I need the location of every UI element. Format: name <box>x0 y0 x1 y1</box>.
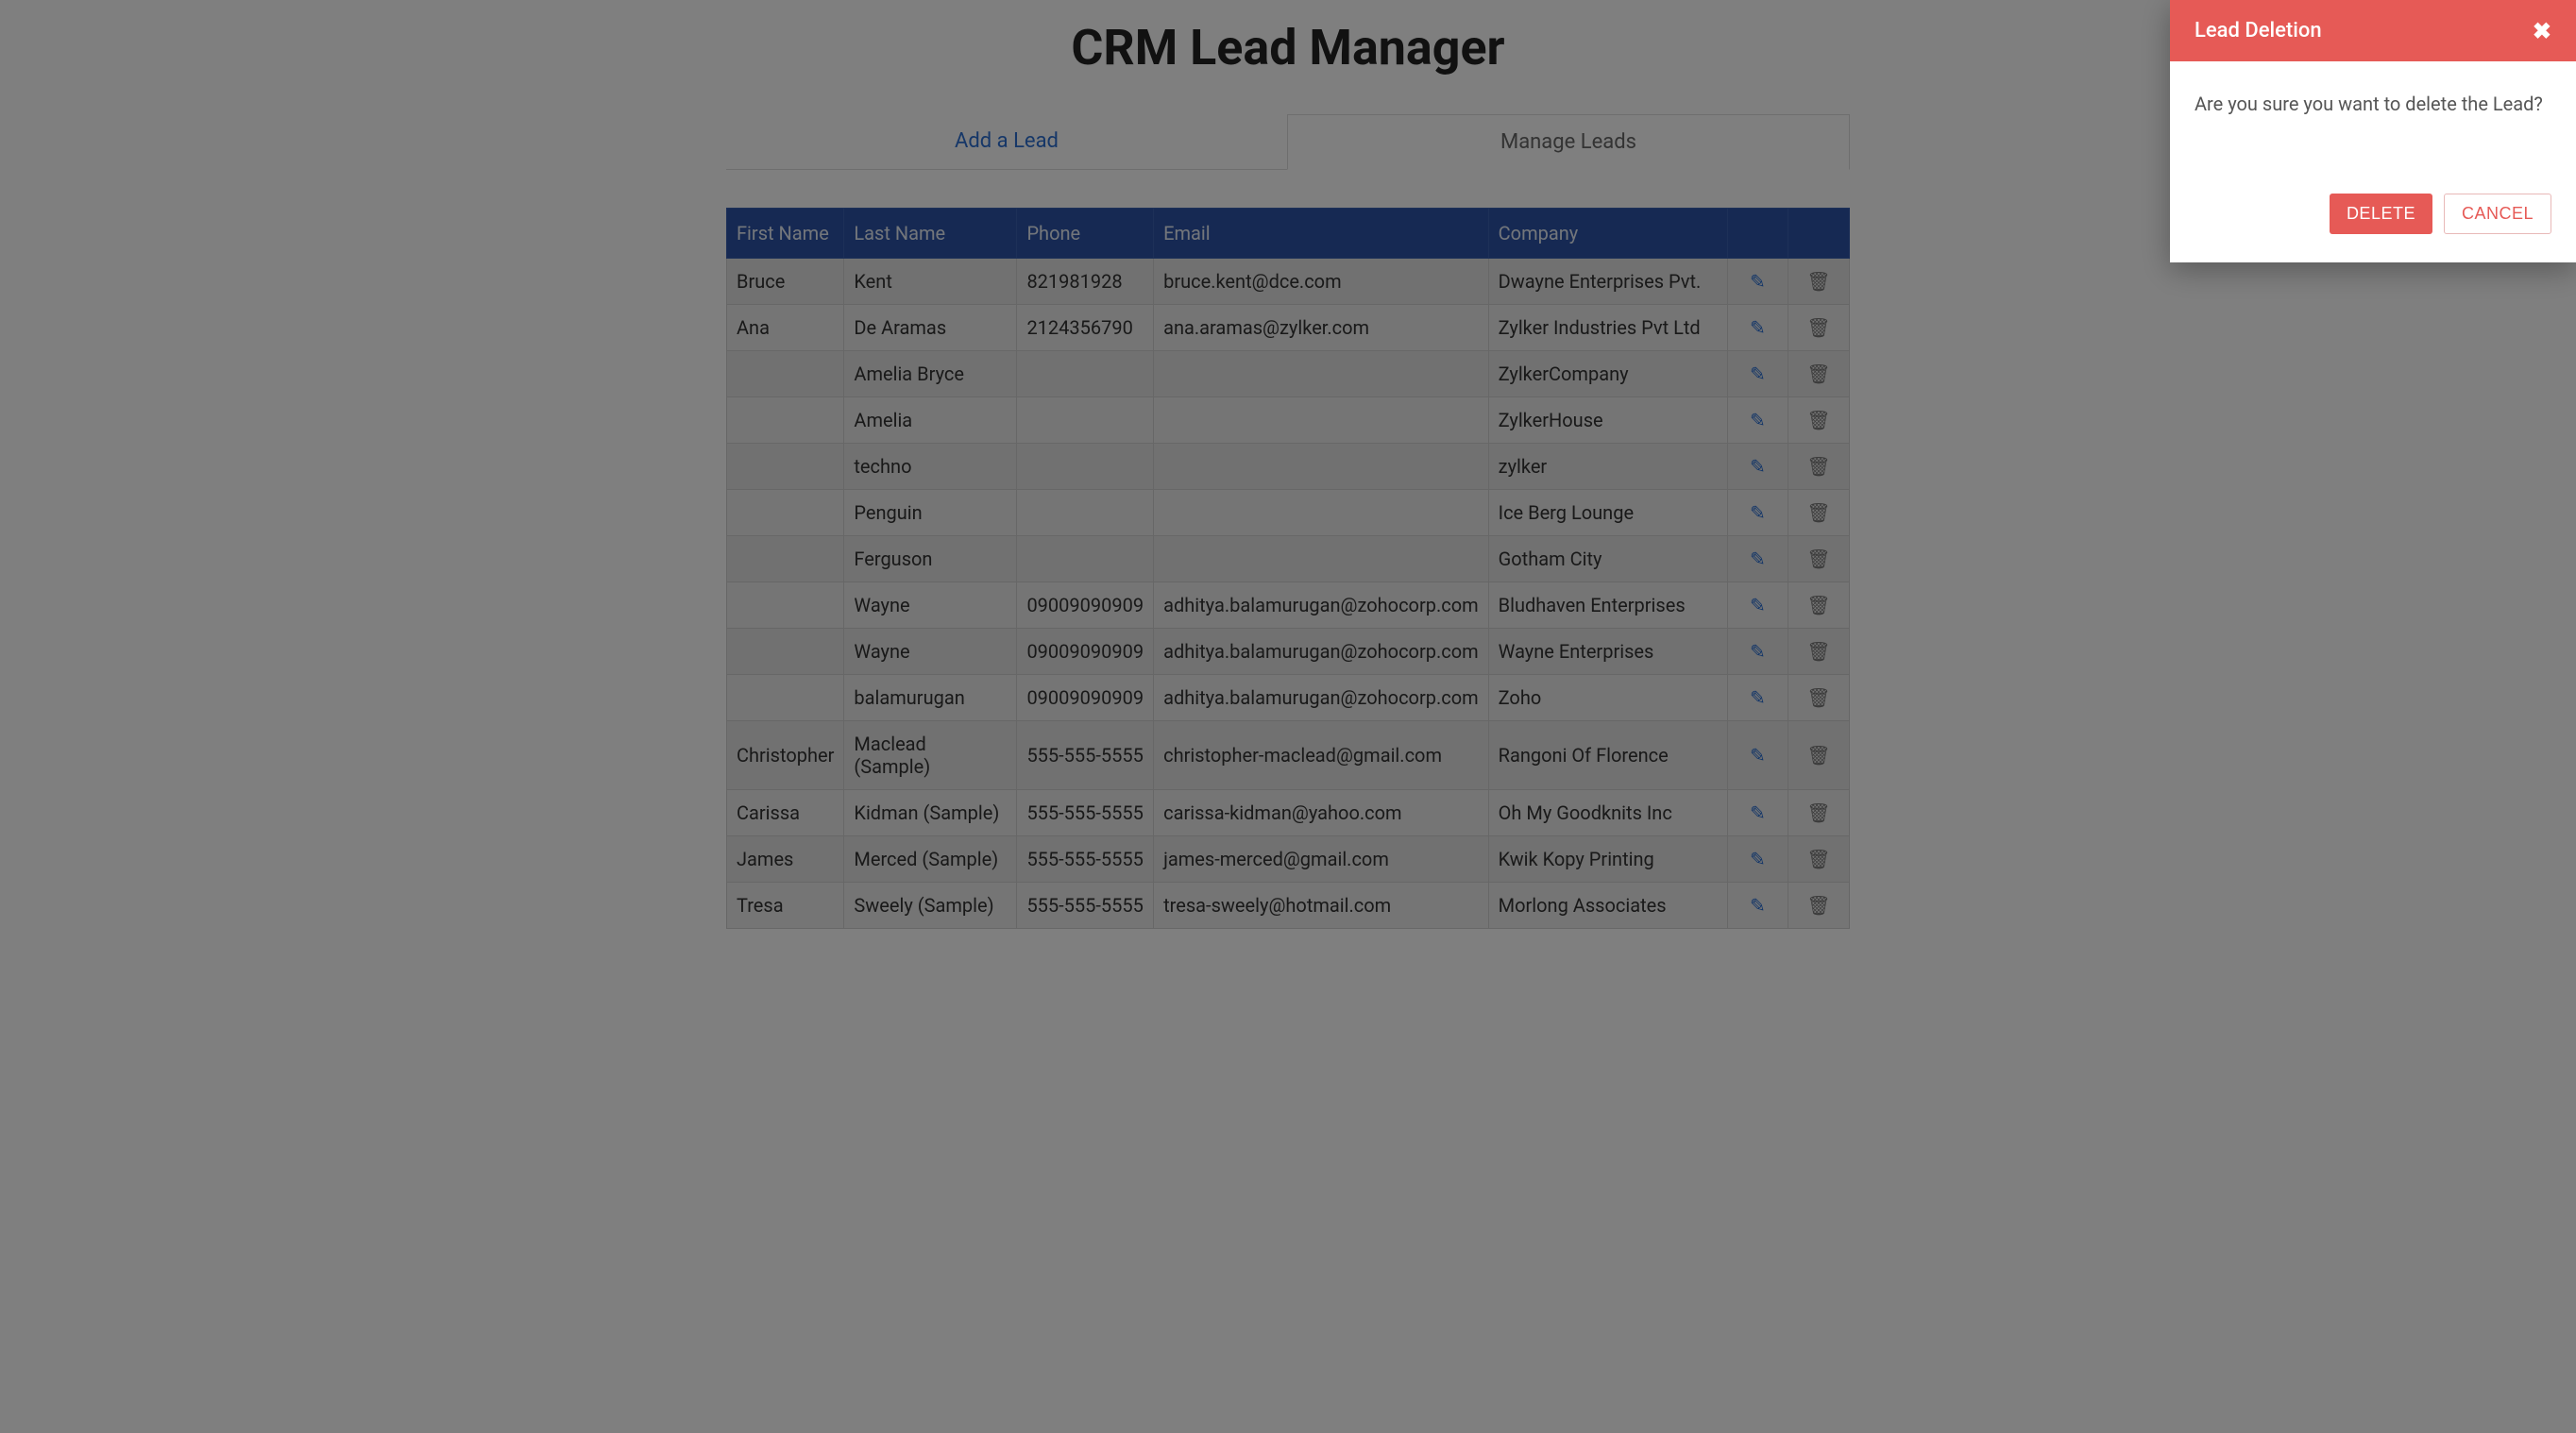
cancel-button[interactable]: CANCEL <box>2444 194 2551 234</box>
delete-button[interactable]: DELETE <box>2330 194 2432 234</box>
dialog-message: Are you sure you want to delete the Lead… <box>2195 90 2551 118</box>
dialog-title: Lead Deletion <box>2195 19 2322 42</box>
lead-deletion-dialog: Lead Deletion ✖ Are you sure you want to… <box>2170 0 2576 262</box>
close-icon[interactable]: ✖ <box>2533 20 2551 42</box>
